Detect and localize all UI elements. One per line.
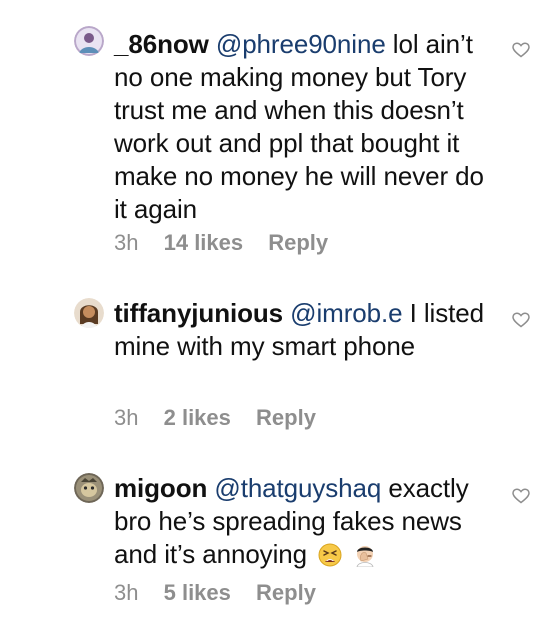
comment-time: 3h xyxy=(114,405,139,430)
avatar-image-icon xyxy=(74,298,104,328)
comment-meta: 3h 5 likes Reply xyxy=(114,580,335,606)
avatar-image-icon xyxy=(74,26,104,56)
comment-meta: 3h 14 likes Reply xyxy=(114,230,347,256)
comment-text: _86now @phree90nine lol ain’t no one mak… xyxy=(114,28,494,226)
man-facepalming-emoji-icon xyxy=(356,546,374,567)
comment-likes[interactable]: 14 likes xyxy=(164,230,244,255)
reply-button[interactable]: Reply xyxy=(256,580,316,605)
reply-button[interactable]: Reply xyxy=(268,230,328,255)
comment-time: 3h xyxy=(114,580,139,605)
comment-username[interactable]: migoon xyxy=(114,473,207,503)
heart-icon[interactable] xyxy=(512,42,530,58)
avatar[interactable] xyxy=(74,298,104,328)
comment-mention[interactable]: @thatguyshaq xyxy=(214,473,381,503)
comment-username[interactable]: _86now xyxy=(114,29,209,59)
comment-mention[interactable]: @imrob.e xyxy=(290,298,402,328)
heart-icon[interactable] xyxy=(512,488,530,504)
reply-button[interactable]: Reply xyxy=(256,405,316,430)
tired-face-emoji-icon xyxy=(318,543,342,567)
comment-username[interactable]: tiffanyjunious xyxy=(114,298,283,328)
comment-mention[interactable]: @phree90nine xyxy=(216,29,386,59)
comment-likes[interactable]: 2 likes xyxy=(164,405,231,430)
avatar[interactable] xyxy=(74,26,104,56)
comment-time: 3h xyxy=(114,230,139,255)
comment-meta: 3h 2 likes Reply xyxy=(114,405,335,431)
comment-text: tiffanyjunious @imrob.e I listed mine wi… xyxy=(114,297,494,363)
comment-likes[interactable]: 5 likes xyxy=(164,580,231,605)
heart-icon[interactable] xyxy=(512,312,530,328)
comment-text: migoon @thatguyshaq exactly bro he’s spr… xyxy=(114,472,494,571)
avatar[interactable] xyxy=(74,473,104,503)
avatar-image-icon xyxy=(74,473,104,503)
